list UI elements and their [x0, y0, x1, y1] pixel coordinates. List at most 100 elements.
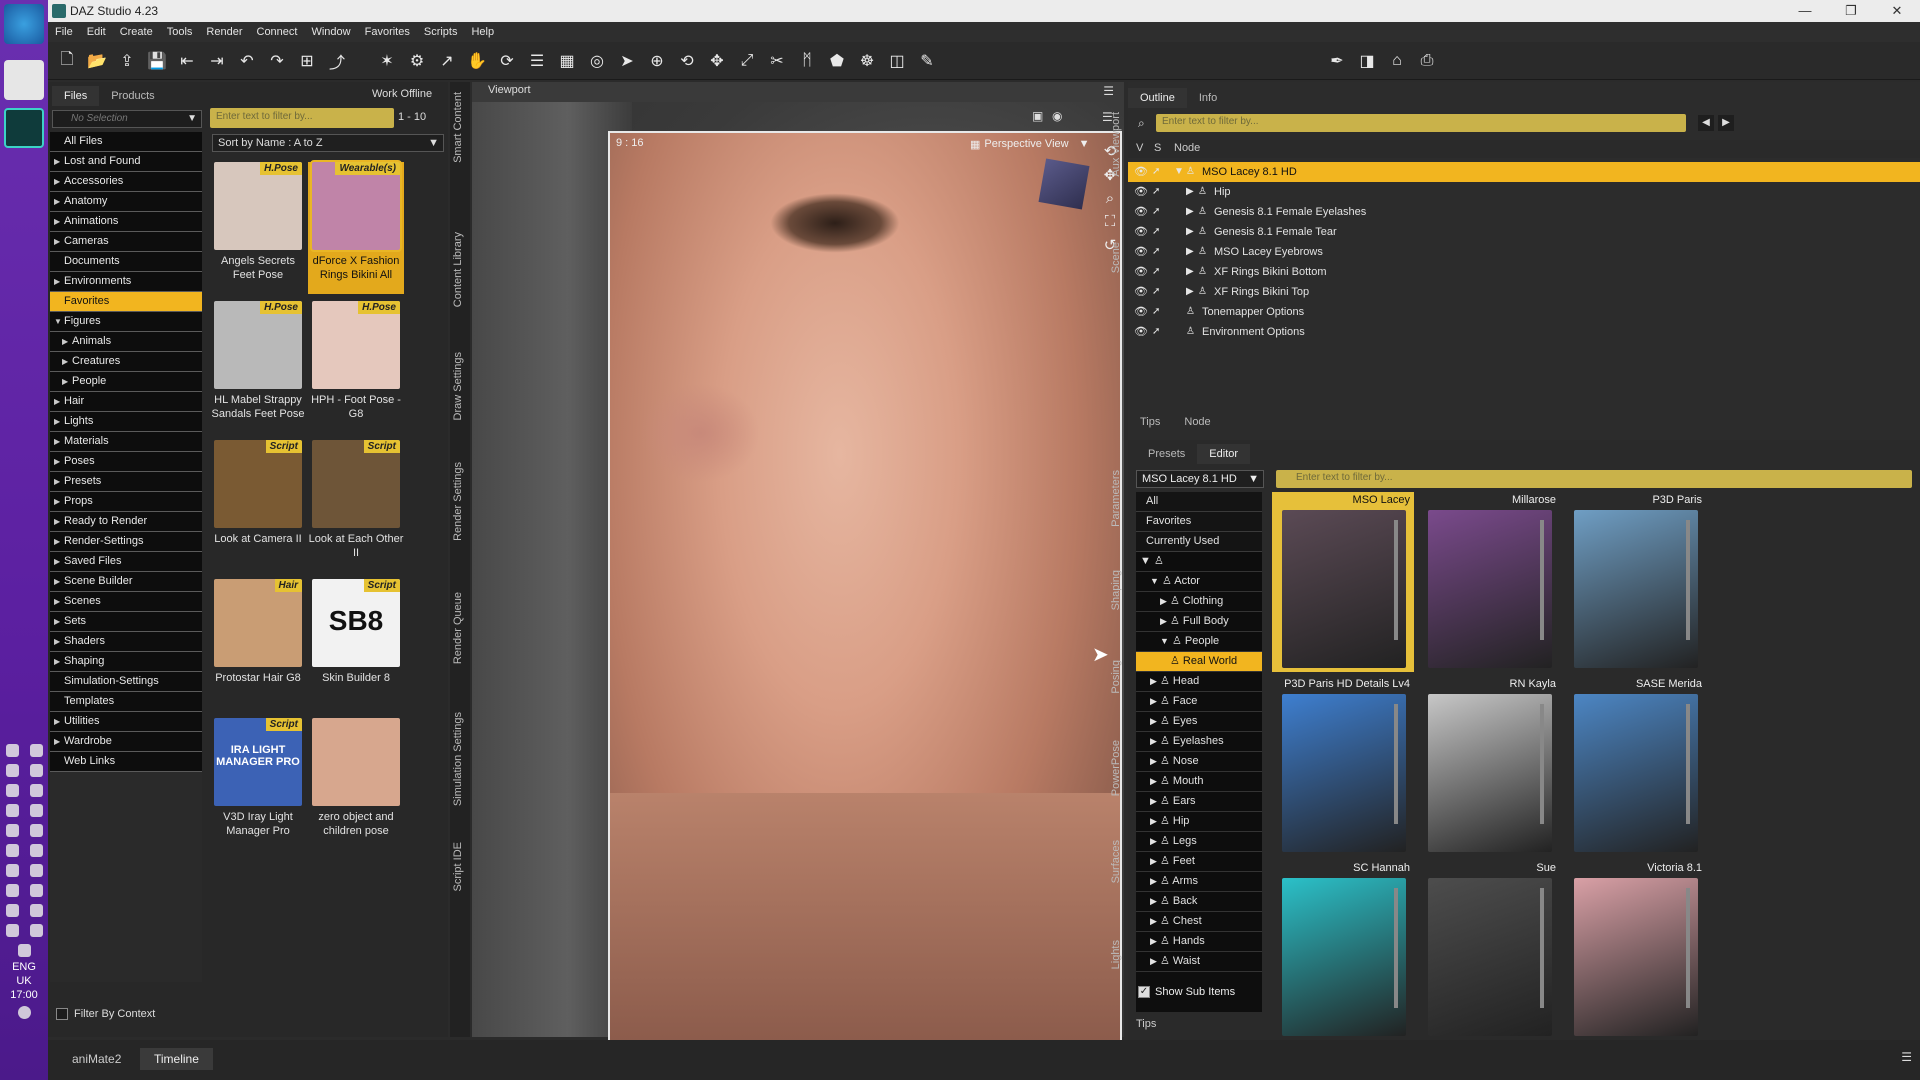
tab-draw-settings[interactable]: Draw Settings: [452, 352, 464, 420]
preset-strength-slider[interactable]: [1394, 520, 1398, 640]
view-cube[interactable]: [1038, 158, 1090, 210]
expand-arrow-icon[interactable]: ▶: [54, 213, 62, 231]
home-icon[interactable]: ⌂: [1386, 50, 1408, 72]
expand-arrow-icon[interactable]: ▶: [1186, 262, 1194, 282]
expand-arrow-icon[interactable]: ▼: [1150, 576, 1159, 586]
tab-scene[interactable]: Scene: [1110, 242, 1122, 273]
category-scene-builder[interactable]: ▶ Scene Builder: [50, 572, 202, 592]
expand-arrow-icon[interactable]: ▶: [1150, 716, 1157, 726]
spot-render-icon[interactable]: ⊕: [646, 50, 668, 72]
preset-node-feet[interactable]: ▶ ♙ Feet: [1136, 852, 1262, 872]
menu-create[interactable]: Create: [113, 26, 160, 38]
security-icon[interactable]: [29, 843, 43, 857]
expand-arrow-icon[interactable]: ▶: [54, 193, 62, 211]
preset-category-favorites[interactable]: Favorites: [1136, 512, 1262, 532]
sync-icon[interactable]: [5, 863, 19, 877]
preset-node-chest[interactable]: ▶ ♙ Chest: [1136, 912, 1262, 932]
outline-node[interactable]: 👁 ➚ ▶ ♙ Genesis 8.1 Female Tear: [1128, 222, 1920, 242]
preset-node-eyes[interactable]: ▶ ♙ Eyes: [1136, 712, 1262, 732]
category-all-files[interactable]: All Files: [50, 132, 202, 152]
preset-tile[interactable]: RN Kayla: [1418, 676, 1560, 856]
align-icon[interactable]: ☰: [526, 50, 548, 72]
preset-tile[interactable]: MSO Lacey: [1272, 492, 1414, 672]
visibility-eye-icon[interactable]: 👁: [1134, 262, 1148, 282]
expand-arrow-icon[interactable]: ▶: [1186, 182, 1194, 202]
tab-posing[interactable]: Posing: [1110, 660, 1122, 694]
asset-tile[interactable]: Script Look at Each Other II: [308, 440, 404, 572]
expand-arrow-icon[interactable]: ▶: [62, 373, 70, 391]
sort-dropdown[interactable]: Sort by Name : A to Z ▼: [212, 134, 444, 152]
pose-icon[interactable]: ⤴: [326, 50, 348, 72]
preset-strength-slider[interactable]: [1540, 888, 1544, 1008]
active-pose-icon[interactable]: ◎: [586, 50, 608, 72]
preset-node-full-body[interactable]: ▶ ♙ Full Body: [1136, 612, 1262, 632]
expand-arrow-icon[interactable]: ▶: [54, 233, 62, 251]
category-hair[interactable]: ▶ Hair: [50, 392, 202, 412]
bluetooth-icon[interactable]: [29, 903, 43, 917]
browser-icon[interactable]: [29, 863, 43, 877]
camera-icon[interactable]: ◫: [886, 50, 908, 72]
preset-node-people[interactable]: ▼ ♙ People: [1136, 632, 1262, 652]
category-lights[interactable]: ▶ Lights: [50, 412, 202, 432]
category-sets[interactable]: ▶ Sets: [50, 612, 202, 632]
outline-node[interactable]: 👁 ➚ ▶ ♙ MSO Lacey Eyebrows: [1128, 242, 1920, 262]
preset-tile[interactable]: Millarose: [1418, 492, 1560, 672]
category-wardrobe[interactable]: ▶ Wardrobe: [50, 732, 202, 752]
merge-icon[interactable]: ⇪: [116, 50, 138, 72]
expand-arrow-icon[interactable]: ▶: [1150, 776, 1157, 786]
clock[interactable]: 17:00: [0, 988, 48, 1002]
transfer-icon[interactable]: ᛗ: [796, 50, 818, 72]
selectable-cursor-icon[interactable]: ➚: [1152, 262, 1160, 282]
tab-tips[interactable]: Tips: [1128, 412, 1172, 432]
expand-arrow-icon[interactable]: ▶: [54, 493, 62, 511]
export-icon[interactable]: ⇥: [206, 50, 228, 72]
category-ready-to-render[interactable]: ▶ Ready to Render: [50, 512, 202, 532]
visibility-eye-icon[interactable]: 👁: [1134, 182, 1148, 202]
category-documents[interactable]: Documents: [50, 252, 202, 272]
preset-strength-slider[interactable]: [1686, 888, 1690, 1008]
expand-arrow-icon[interactable]: ▶: [54, 393, 62, 411]
expand-arrow-icon[interactable]: ▶: [54, 593, 62, 611]
menu-tools[interactable]: Tools: [160, 26, 200, 38]
category-scenes[interactable]: ▶ Scenes: [50, 592, 202, 612]
expand-arrow-icon[interactable]: ▶: [54, 433, 62, 451]
selectable-cursor-icon[interactable]: ➚: [1152, 162, 1160, 182]
lock-icon[interactable]: [5, 903, 19, 917]
preset-tile[interactable]: P3D Paris: [1564, 492, 1706, 672]
3d-scene[interactable]: 9 : 16 ▣ ◉ ▦ Perspective View ▼ ☰ ⟲ ✥ ⌕ ⛶ …: [472, 102, 1124, 1052]
menu-window[interactable]: Window: [304, 26, 357, 38]
expand-arrow-icon[interactable]: ▶: [1150, 796, 1157, 806]
tab-content-library[interactable]: Content Library: [452, 232, 464, 307]
selectable-cursor-icon[interactable]: ➚: [1152, 182, 1160, 202]
expand-arrow-icon[interactable]: ▶: [1150, 856, 1157, 866]
preset-node-clothing[interactable]: ▶ ♙ Clothing: [1136, 592, 1262, 612]
selectable-cursor-icon[interactable]: ➚: [1152, 202, 1160, 222]
tray-app-icon[interactable]: [29, 883, 43, 897]
joint-icon[interactable]: ✶: [376, 50, 398, 72]
app-launcher-icon[interactable]: [4, 60, 44, 100]
tab-outline[interactable]: Outline: [1128, 88, 1187, 108]
menu-favorites[interactable]: Favorites: [358, 26, 417, 38]
expand-arrow-icon[interactable]: ▶: [54, 473, 62, 491]
open-icon[interactable]: 📂: [86, 50, 108, 72]
selectable-cursor-icon[interactable]: ➚: [1152, 222, 1160, 242]
visibility-eye-icon[interactable]: 👁: [1134, 242, 1148, 262]
expand-arrow-icon[interactable]: ▶: [1150, 836, 1157, 846]
expand-arrow-icon[interactable]: ▶: [54, 273, 62, 291]
preset-node-ears[interactable]: ▶ ♙ Ears: [1136, 792, 1262, 812]
preset-strength-slider[interactable]: [1394, 888, 1398, 1008]
tray-app-icon[interactable]: [17, 943, 31, 957]
render-settings-icon[interactable]: ⎙: [1416, 50, 1438, 72]
show-sub-items-checkbox[interactable]: ✓: [1138, 986, 1150, 998]
preset-tile[interactable]: SC Hannah: [1272, 860, 1414, 1040]
language-indicator[interactable]: ENG: [0, 960, 48, 974]
preset-strength-slider[interactable]: [1540, 704, 1544, 824]
preset-tile[interactable]: P3D Paris HD Details Lv4: [1272, 676, 1414, 856]
work-offline-button[interactable]: Work Offline: [372, 88, 432, 100]
translate-icon[interactable]: ✥: [706, 50, 728, 72]
expand-arrow-icon[interactable]: ▶: [1150, 916, 1157, 926]
display-icon[interactable]: [5, 883, 19, 897]
rotate-icon[interactable]: ⟲: [676, 50, 698, 72]
asset-tile[interactable]: Script Look at Camera II: [210, 440, 306, 572]
expand-arrow-icon[interactable]: ▼: [1174, 162, 1184, 182]
